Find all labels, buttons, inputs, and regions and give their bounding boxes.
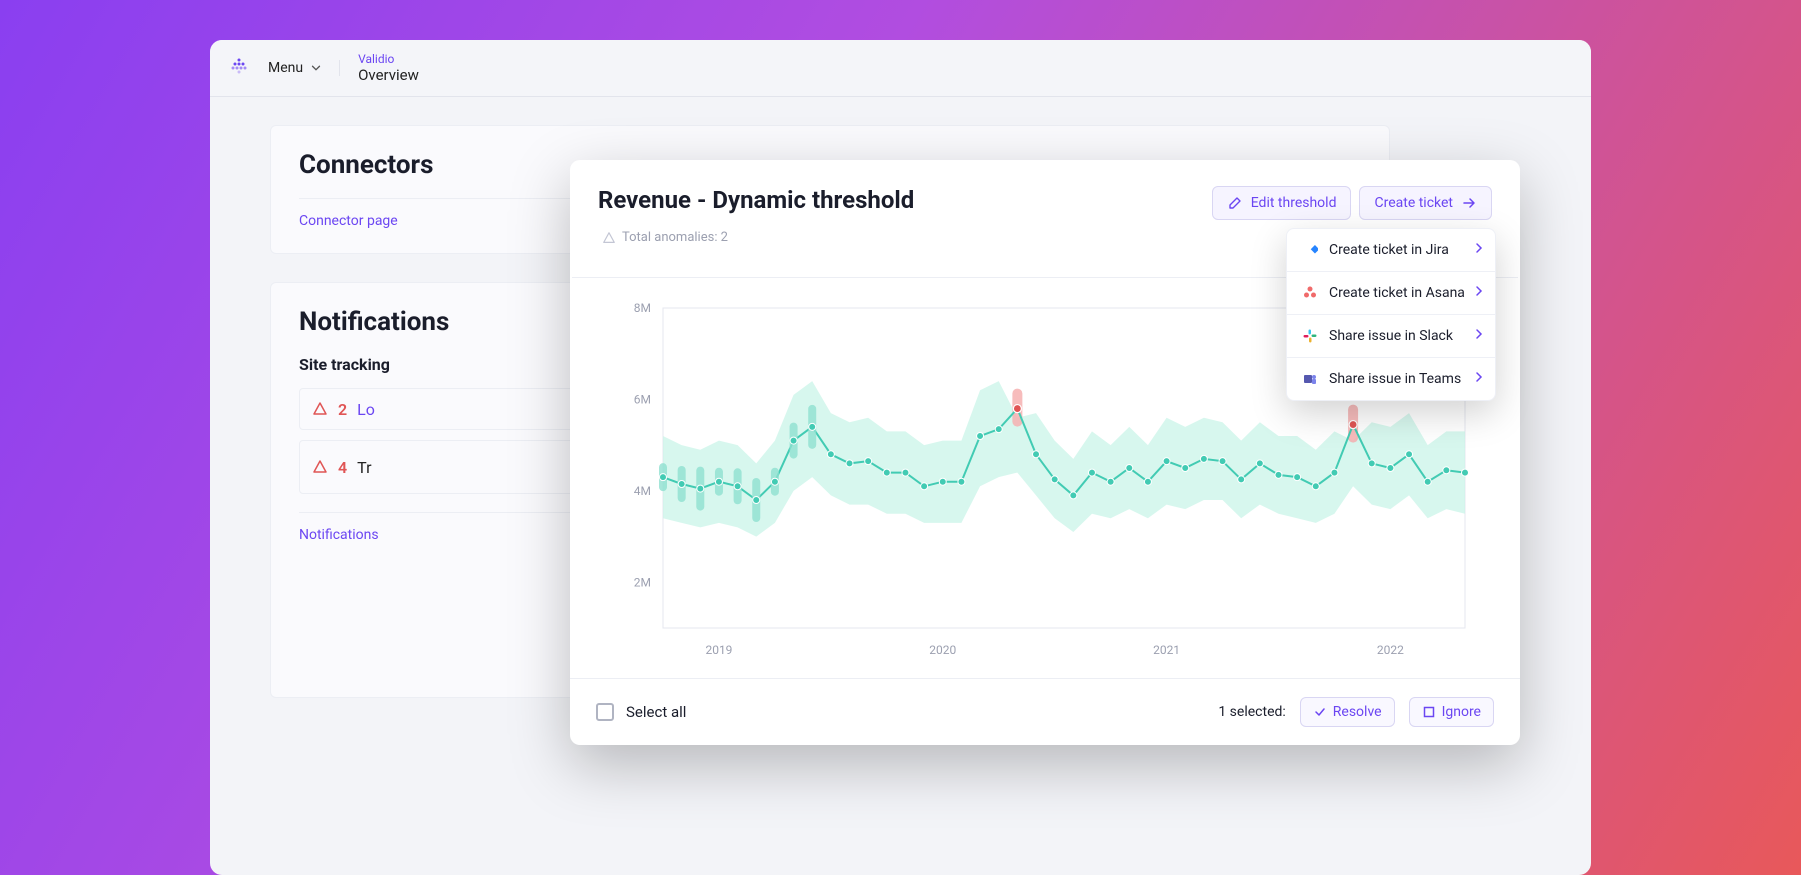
svg-text:2021: 2021 bbox=[1153, 643, 1180, 657]
ignore-label: Ignore bbox=[1442, 704, 1481, 720]
select-all-label: Select all bbox=[626, 703, 686, 721]
slack-icon bbox=[1301, 327, 1319, 345]
square-icon bbox=[1422, 705, 1436, 719]
svg-text:2020: 2020 bbox=[929, 643, 956, 657]
modal-footer: Select all 1 selected: Resolve Ignore bbox=[570, 678, 1520, 745]
chevron-right-icon bbox=[1473, 242, 1485, 258]
breadcrumb: Validio Overview bbox=[358, 52, 419, 84]
dropdown-item-teams[interactable]: Share issue in Teams bbox=[1287, 358, 1495, 400]
app-header: Menu Validio Overview bbox=[210, 40, 1591, 97]
menu-label: Menu bbox=[268, 60, 303, 76]
teams-icon bbox=[1301, 370, 1319, 388]
asana-icon bbox=[1301, 284, 1319, 302]
chevron-right-icon bbox=[1473, 328, 1485, 344]
chevron-right-icon bbox=[1473, 371, 1485, 387]
menu-dropdown[interactable]: Menu bbox=[268, 60, 340, 76]
page-title: Overview bbox=[358, 66, 419, 84]
edit-icon bbox=[1227, 195, 1243, 211]
alert-icon bbox=[312, 401, 328, 417]
ignore-button[interactable]: Ignore bbox=[1409, 697, 1494, 727]
row-label: Lo bbox=[357, 400, 375, 419]
alert-count: 4 bbox=[338, 458, 347, 477]
modal-title: Revenue - Dynamic threshold bbox=[598, 186, 914, 214]
chevron-right-icon bbox=[1473, 285, 1485, 301]
alert-icon bbox=[312, 459, 328, 475]
dropdown-item-label: Share issue in Slack bbox=[1329, 328, 1453, 344]
create-ticket-button[interactable]: Create ticket bbox=[1359, 186, 1492, 220]
select-all-checkbox[interactable] bbox=[596, 703, 614, 721]
edit-threshold-button[interactable]: Edit threshold bbox=[1212, 186, 1352, 220]
svg-text:2022: 2022 bbox=[1377, 643, 1404, 657]
threshold-modal: Revenue - Dynamic threshold Edit thresho… bbox=[570, 160, 1520, 745]
check-icon bbox=[1313, 705, 1327, 719]
jira-icon bbox=[1301, 241, 1319, 259]
dropdown-item-label: Share issue in Teams bbox=[1329, 371, 1461, 387]
svg-text:2M: 2M bbox=[634, 575, 651, 589]
edit-threshold-label: Edit threshold bbox=[1251, 195, 1337, 211]
dropdown-item-asana[interactable]: Create ticket in Asana bbox=[1287, 272, 1495, 315]
svg-text:4M: 4M bbox=[634, 484, 651, 498]
anomalies-text: Total anomalies: 2 bbox=[622, 230, 728, 245]
app-window: Menu Validio Overview Connectors Connect… bbox=[210, 40, 1591, 875]
create-ticket-dropdown: Create ticket in Jira Create ticket in A… bbox=[1286, 228, 1496, 401]
alert-count: 2 bbox=[338, 400, 347, 419]
dropdown-item-slack[interactable]: Share issue in Slack bbox=[1287, 315, 1495, 358]
alert-icon bbox=[602, 231, 616, 245]
arrow-right-icon bbox=[1461, 195, 1477, 211]
row-label: Tr bbox=[357, 458, 371, 477]
dropdown-item-label: Create ticket in Asana bbox=[1329, 285, 1465, 301]
svg-text:6M: 6M bbox=[634, 392, 651, 406]
selected-count: 1 selected: bbox=[1218, 704, 1285, 720]
dropdown-item-label: Create ticket in Jira bbox=[1329, 242, 1449, 258]
chevron-down-icon bbox=[309, 61, 323, 75]
brand-label: Validio bbox=[358, 52, 419, 66]
dropdown-item-jira[interactable]: Create ticket in Jira bbox=[1287, 229, 1495, 272]
svg-text:2019: 2019 bbox=[705, 643, 732, 657]
validio-logo-icon bbox=[228, 57, 250, 79]
svg-text:8M: 8M bbox=[634, 301, 651, 315]
resolve-label: Resolve bbox=[1333, 704, 1382, 720]
create-ticket-label: Create ticket bbox=[1374, 195, 1453, 211]
resolve-button[interactable]: Resolve bbox=[1300, 697, 1395, 727]
